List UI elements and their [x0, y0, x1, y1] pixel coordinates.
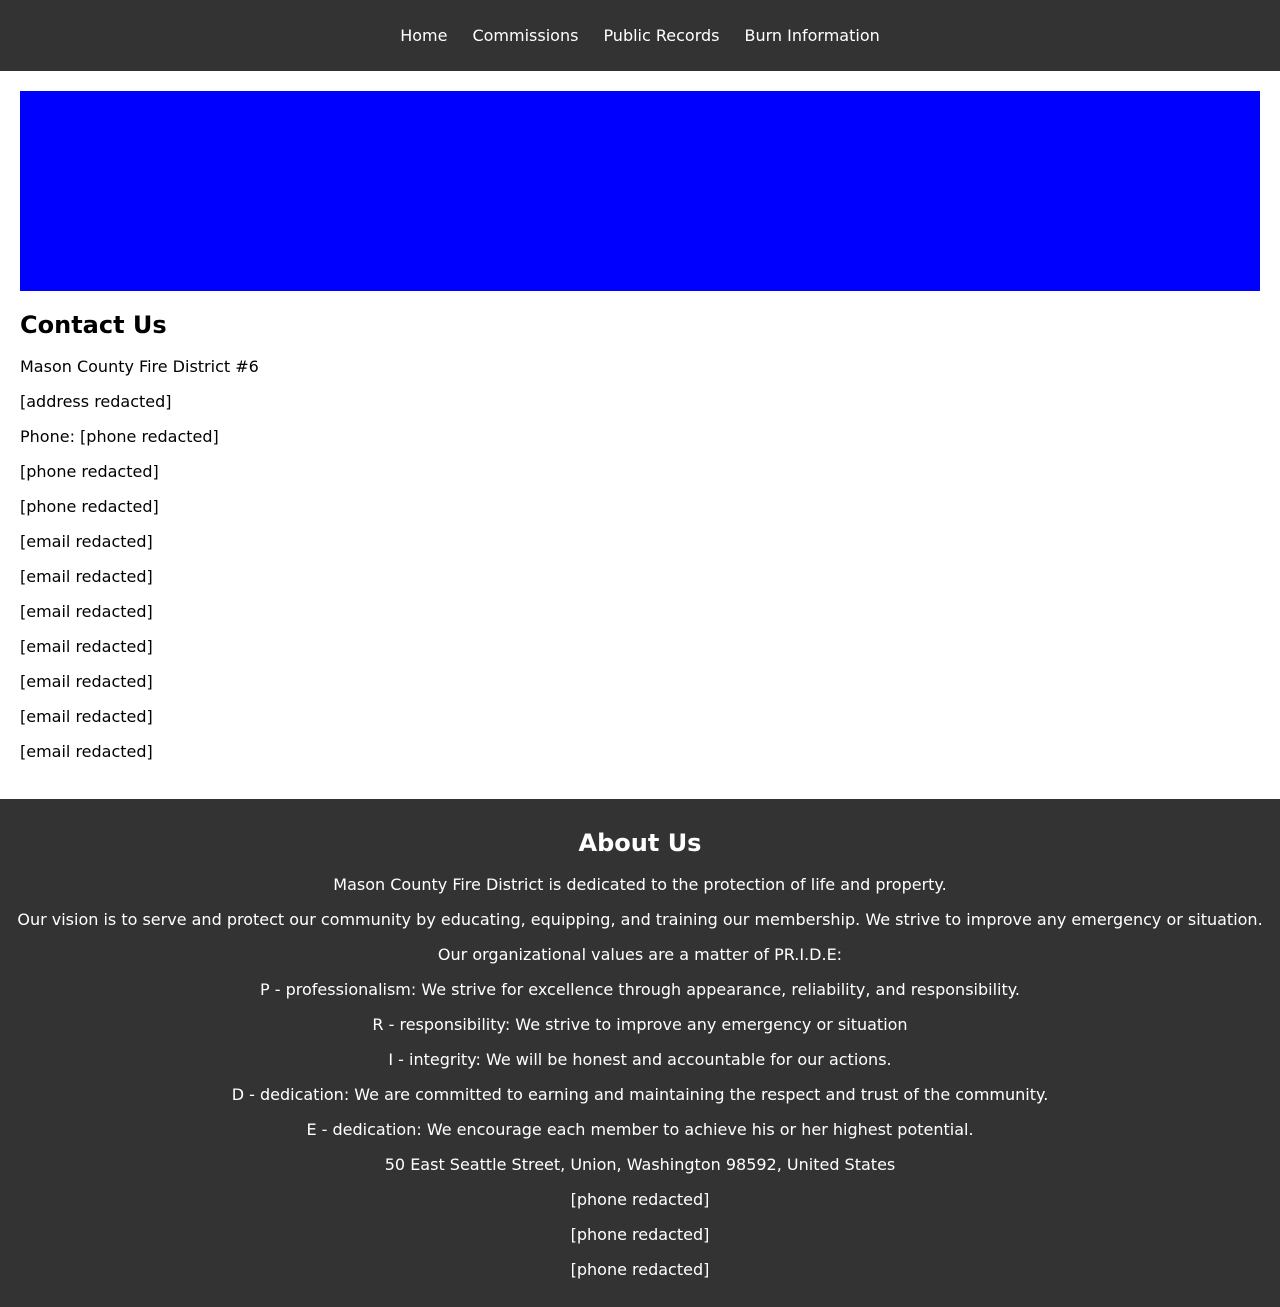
- nav-commissions-link[interactable]: Commissions: [460, 26, 591, 46]
- contact-phone-alt: [phone redacted]: [20, 497, 159, 516]
- contact-email: [email redacted]: [20, 602, 153, 621]
- contact-title: Contact Us: [20, 311, 167, 339]
- about-value-i: I - integrity: We will be honest and acc…: [388, 1050, 892, 1069]
- about-phone: [phone redacted]: [570, 1190, 710, 1209]
- about-vision: Our vision is to serve and protect our c…: [17, 910, 1263, 929]
- about-phone: [phone redacted]: [570, 1225, 710, 1244]
- contact-organization: Mason County Fire District #6: [20, 357, 259, 376]
- contact-details: Mason County Fire District #6 [address r…: [20, 357, 1260, 761]
- top-navigation: Home Commissions Public Records Burn Inf…: [0, 0, 1280, 71]
- about-value-r: R - responsibility: We strive to improve…: [372, 1015, 908, 1034]
- contact-email: [email redacted]: [20, 742, 153, 761]
- about-mission: Mason County Fire District is dedicated …: [333, 875, 947, 894]
- about-title: About Us: [578, 829, 702, 857]
- contact-phone: Phone: [phone redacted]: [20, 427, 219, 446]
- about-value-e: E - dedication: We encourage each member…: [306, 1120, 974, 1139]
- about-address: 50 East Seattle Street, Union, Washingto…: [384, 1155, 896, 1174]
- contact-email: [email redacted]: [20, 707, 153, 726]
- contact-address: [address redacted]: [20, 392, 172, 411]
- nav-home-link[interactable]: Home: [388, 26, 460, 46]
- about-value-d: D - dedication: We are committed to earn…: [231, 1085, 1049, 1104]
- contact-email: [email redacted]: [20, 532, 153, 551]
- banner-image: [20, 91, 1260, 291]
- about-values-intro: Our organizational values are a matter o…: [437, 945, 843, 964]
- nav-public-records-link[interactable]: Public Records: [591, 26, 732, 46]
- about-value-p: P - professionalism: We strive for excel…: [259, 980, 1021, 999]
- contact-email: [email redacted]: [20, 637, 153, 656]
- contact-email: [email redacted]: [20, 672, 153, 691]
- about-details: Mason County Fire District is dedicated …: [0, 875, 1280, 1279]
- about-footer: About Us Mason County Fire District is d…: [0, 799, 1280, 1307]
- nav-burn-information-link[interactable]: Burn Information: [732, 26, 892, 46]
- about-phone: [phone redacted]: [570, 1260, 710, 1279]
- contact-phone-alt: [phone redacted]: [20, 462, 159, 481]
- main-content: Contact Us Mason County Fire District #6…: [0, 71, 1280, 799]
- contact-email: [email redacted]: [20, 567, 153, 586]
